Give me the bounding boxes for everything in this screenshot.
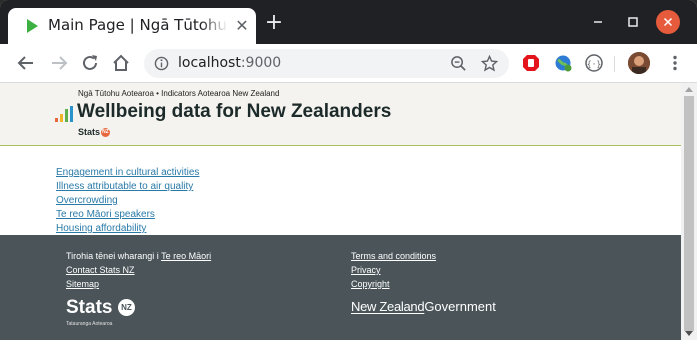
stats-label: Stats (78, 127, 101, 137)
footer-right-links: Terms and conditions Privacy Copyright (351, 251, 436, 293)
stats-nz-logo[interactable]: Stats NZ (78, 127, 111, 138)
browser-toolbar: localhost:9000 {·} (0, 44, 697, 82)
stats-logo-word: Stats (66, 297, 113, 318)
site-footer: Tirohia tēnei wharangi i Te reo Māori Co… (0, 235, 681, 340)
list-item: Copyright (351, 279, 436, 293)
reload-button[interactable] (79, 52, 101, 74)
url-host: localhost (178, 55, 241, 71)
url-text: localhost:9000 (178, 55, 281, 71)
nz-government-logo[interactable]: New ZealandGovernment (351, 299, 496, 314)
info-icon[interactable] (154, 56, 169, 71)
adblock-extension-icon[interactable] (521, 53, 541, 73)
list-item: Housing affordability (56, 216, 199, 234)
list-item: Contact Stats NZ (66, 265, 211, 279)
copyright-link[interactable]: Copyright (351, 279, 390, 289)
language-prefix: Tirohia tēnei wharangi i (66, 251, 159, 261)
forward-button[interactable] (48, 52, 70, 74)
list-item: Sitemap (66, 279, 211, 293)
terms-link[interactable]: Terms and conditions (351, 251, 436, 261)
web-page: Ngā Tūtohu Aotearoa • Indicators Aotearo… (0, 83, 681, 340)
home-button[interactable] (110, 52, 132, 74)
privacy-link[interactable]: Privacy (351, 265, 381, 275)
forward-arrow-icon (52, 56, 68, 70)
title-bar: Main Page | Ngā Tūtohu Aotearoa ✕ + (0, 0, 697, 44)
contact-link[interactable]: Contact Stats NZ (66, 265, 135, 275)
govt-logo-nz: New Zealand (351, 299, 425, 314)
globe-extension-icon[interactable] (553, 53, 573, 73)
home-icon (113, 54, 129, 71)
zoom-out-icon[interactable] (450, 55, 467, 72)
bookmark-star-icon[interactable] (481, 55, 498, 72)
site-header: Ngā Tūtohu Aotearoa • Indicators Aotearo… (0, 83, 681, 146)
back-arrow-icon (17, 56, 33, 70)
page-viewport: Ngā Tūtohu Aotearoa • Indicators Aotearo… (0, 82, 697, 340)
vertical-scrollbar[interactable] (681, 83, 697, 340)
close-icon (663, 17, 673, 27)
indicator-link-housing-affordability[interactable]: Housing affordability (56, 223, 146, 234)
new-tab-button[interactable]: + (262, 12, 286, 36)
language-switch: Tirohia tēnei wharangi i Te reo Māori (66, 251, 211, 265)
te-reo-maori-link[interactable]: Te reo Māori (161, 251, 211, 261)
scroll-up-arrow-icon[interactable] (685, 87, 693, 92)
list-item: Te reo Māori speakers (56, 202, 199, 220)
page-title[interactable]: Wellbeing data for New Zealanders (77, 101, 391, 123)
more-vertical-icon (673, 55, 677, 71)
profile-avatar[interactable] (628, 52, 650, 74)
close-window-button[interactable] (656, 10, 680, 34)
tab-close-icon[interactable]: ✕ (234, 18, 250, 34)
address-bar[interactable]: localhost:9000 (144, 49, 509, 78)
toolbar-separator (614, 56, 615, 72)
list-item: Privacy (351, 265, 436, 279)
footer-left-links: Tirohia tēnei wharangi i Te reo Māori Co… (66, 251, 211, 293)
minimize-button[interactable] (586, 10, 610, 34)
list-item: Terms and conditions (351, 251, 436, 265)
browser-window: Main Page | Ngā Tūtohu Aotearoa ✕ + (0, 0, 697, 340)
menu-button[interactable] (664, 52, 686, 74)
stats-nz-footer-logo[interactable]: Stats NZ Tatauranga Aotearoa (66, 297, 135, 327)
maximize-icon (628, 17, 638, 27)
bar-chart-logo-icon[interactable] (55, 106, 73, 122)
url-port: :9000 (240, 55, 282, 71)
back-button[interactable] (15, 52, 37, 74)
scrollbar-thumb[interactable] (684, 96, 694, 331)
stats-logo-badge: NZ (118, 299, 135, 316)
play-icon (27, 19, 38, 33)
minimize-icon (594, 21, 602, 23)
sitemap-link[interactable]: Sitemap (66, 279, 99, 289)
code-extension-icon[interactable]: {·} (584, 53, 604, 73)
reload-icon (83, 55, 97, 70)
stats-nz-badge: NZ (101, 128, 111, 138)
scroll-down-arrow-icon[interactable] (685, 331, 693, 336)
svg-text:{·}: {·} (587, 60, 601, 69)
stats-logo-subtitle: Tatauranga Aotearoa (66, 321, 113, 327)
govt-logo-word: Government (424, 299, 496, 314)
active-tab[interactable]: Main Page | Ngā Tūtohu Aotearoa ✕ (8, 8, 256, 44)
maximize-button[interactable] (621, 10, 645, 34)
list-item: Illness attributable to air quality (56, 174, 199, 192)
list-item: Engagement in cultural activities (56, 160, 199, 178)
tab-title: Main Page | Ngā Tūtohu Aotearoa (48, 16, 228, 34)
indicator-link-list: Engagement in cultural activities Illnes… (56, 160, 199, 234)
site-breadcrumb[interactable]: Ngā Tūtohu Aotearoa • Indicators Aotearo… (78, 89, 279, 98)
